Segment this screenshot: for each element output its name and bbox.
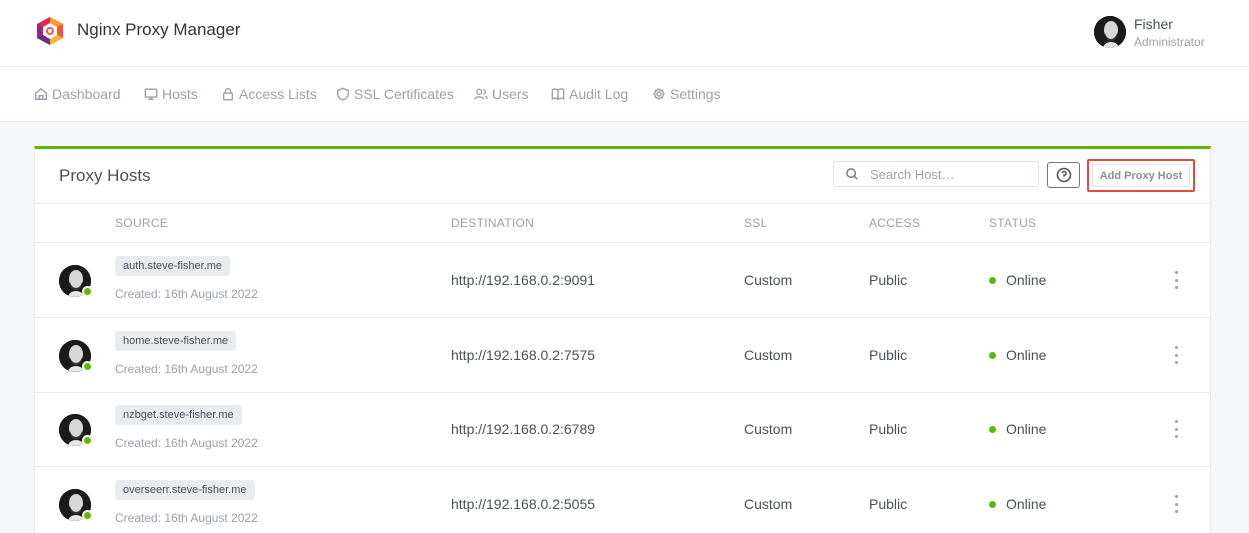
logo-icon[interactable] bbox=[36, 16, 64, 46]
nav-item-users[interactable]: Users bbox=[474, 86, 529, 102]
destination-cell: http://192.168.0.2:6789 bbox=[451, 421, 596, 437]
ssl-cell: Custom bbox=[744, 272, 793, 288]
card-header: Proxy Hosts Add Proxy Host bbox=[35, 149, 1210, 204]
status-dot-icon bbox=[989, 351, 996, 359]
app-title[interactable]: Nginx Proxy Manager bbox=[77, 20, 240, 40]
avatar-photo-icon bbox=[1094, 16, 1126, 48]
created-date: Created: 16th August 2022 bbox=[115, 287, 258, 301]
book-icon bbox=[551, 88, 565, 101]
status-cell: Online bbox=[989, 496, 1046, 512]
add-proxy-host-highlight: Add Proxy Host bbox=[1087, 159, 1195, 192]
created-date: Created: 16th August 2022 bbox=[115, 362, 258, 376]
status-dot-icon bbox=[989, 500, 996, 508]
status-cell: Online bbox=[989, 347, 1046, 363]
column-header-source[interactable]: SOURCE bbox=[115, 216, 168, 230]
user-name[interactable]: Fisher bbox=[1134, 16, 1173, 32]
ssl-cell: Custom bbox=[744, 496, 793, 512]
nav-item-hosts[interactable]: Hosts bbox=[144, 86, 198, 102]
column-header-access[interactable]: ACCESS bbox=[869, 216, 920, 230]
user-avatar[interactable] bbox=[1094, 16, 1126, 48]
column-header-ssl[interactable]: SSL bbox=[744, 216, 768, 230]
row-menu-button[interactable] bbox=[1169, 495, 1183, 513]
settings-icon bbox=[653, 88, 665, 100]
nav-item-settings[interactable]: Settings bbox=[652, 86, 721, 102]
row-menu-button[interactable] bbox=[1169, 271, 1183, 289]
status-dot-icon bbox=[989, 276, 996, 284]
access-cell: Public bbox=[869, 421, 908, 437]
lock-icon bbox=[222, 88, 234, 101]
ssl-cell: Custom bbox=[744, 421, 793, 437]
column-header-status[interactable]: STATUS bbox=[989, 216, 1036, 230]
domain-tag[interactable]: auth.steve-fisher.me bbox=[115, 256, 231, 276]
search-box[interactable] bbox=[833, 161, 1039, 187]
access-cell: Public bbox=[869, 496, 908, 512]
ssl-cell: Custom bbox=[744, 347, 793, 363]
row-menu-button[interactable] bbox=[1169, 346, 1183, 364]
online-indicator bbox=[82, 361, 93, 372]
online-indicator bbox=[82, 286, 93, 297]
nav-item-label: Access Lists bbox=[239, 86, 317, 102]
nav-item-dashboard[interactable]: Dashboard bbox=[34, 86, 121, 102]
shield-icon bbox=[337, 87, 349, 101]
domain-tag[interactable]: overseerr.steve-fisher.me bbox=[115, 480, 255, 500]
domain-tag[interactable]: nzbget.steve-fisher.me bbox=[115, 405, 242, 425]
domain-tag[interactable]: home.steve-fisher.me bbox=[115, 331, 237, 351]
table-row[interactable]: nzbget.steve-fisher.me Created: 16th Aug… bbox=[35, 392, 1210, 467]
users-icon bbox=[474, 88, 488, 100]
row-menu-button[interactable] bbox=[1169, 420, 1183, 438]
nav-item-label: SSL Certificates bbox=[354, 86, 454, 102]
status-dot-icon bbox=[989, 425, 996, 433]
nav-item-label: Settings bbox=[670, 86, 721, 102]
status-label: Online bbox=[1006, 496, 1047, 512]
nav-item-access-lists[interactable]: Access Lists bbox=[221, 86, 317, 102]
main-nav: Dashboard Hosts Access Lists SSL Certifi… bbox=[0, 67, 1249, 122]
card-title: Proxy Hosts bbox=[59, 166, 151, 185]
access-cell: Public bbox=[869, 272, 908, 288]
created-date: Created: 16th August 2022 bbox=[115, 436, 258, 450]
search-input[interactable] bbox=[870, 165, 1032, 183]
status-label: Online bbox=[1006, 421, 1047, 437]
column-header-destination[interactable]: DESTINATION bbox=[451, 216, 534, 230]
monitor-icon bbox=[144, 88, 158, 100]
nav-item-label: Audit Log bbox=[569, 86, 629, 102]
table-row[interactable]: overseerr.steve-fisher.me Created: 16th … bbox=[35, 467, 1210, 533]
home-icon bbox=[35, 87, 47, 100]
status-cell: Online bbox=[989, 421, 1046, 437]
search-icon bbox=[846, 168, 858, 180]
destination-cell: http://192.168.0.2:5055 bbox=[451, 496, 596, 512]
table-row[interactable]: auth.steve-fisher.me Created: 16th Augus… bbox=[35, 243, 1210, 318]
add-proxy-host-button[interactable]: Add Proxy Host bbox=[1092, 164, 1190, 187]
help-button[interactable] bbox=[1047, 162, 1080, 188]
nav-item-label: Hosts bbox=[162, 86, 198, 102]
created-date: Created: 16th August 2022 bbox=[115, 511, 258, 525]
destination-cell: http://192.168.0.2:9091 bbox=[451, 272, 596, 288]
nav-item-label: Users bbox=[492, 86, 529, 102]
online-indicator bbox=[82, 510, 93, 521]
app-header: Nginx Proxy Manager Fisher Administrator bbox=[0, 0, 1249, 67]
destination-cell: http://192.168.0.2:7575 bbox=[451, 347, 596, 363]
user-role: Administrator bbox=[1134, 35, 1205, 49]
status-label: Online bbox=[1006, 347, 1047, 363]
access-cell: Public bbox=[869, 347, 908, 363]
status-label: Online bbox=[1006, 272, 1047, 288]
nav-item-audit-log[interactable]: Audit Log bbox=[551, 86, 628, 102]
help-circle-icon bbox=[1056, 167, 1071, 183]
status-cell: Online bbox=[989, 272, 1046, 288]
online-indicator bbox=[82, 435, 93, 446]
nav-item-ssl-certificates[interactable]: SSL Certificates bbox=[336, 86, 454, 102]
nav-item-label: Dashboard bbox=[52, 86, 121, 102]
table-row[interactable]: home.steve-fisher.me Created: 16th Augus… bbox=[35, 318, 1210, 393]
proxy-hosts-card: Proxy Hosts Add Proxy Host SOURCE DESTIN… bbox=[34, 146, 1211, 533]
